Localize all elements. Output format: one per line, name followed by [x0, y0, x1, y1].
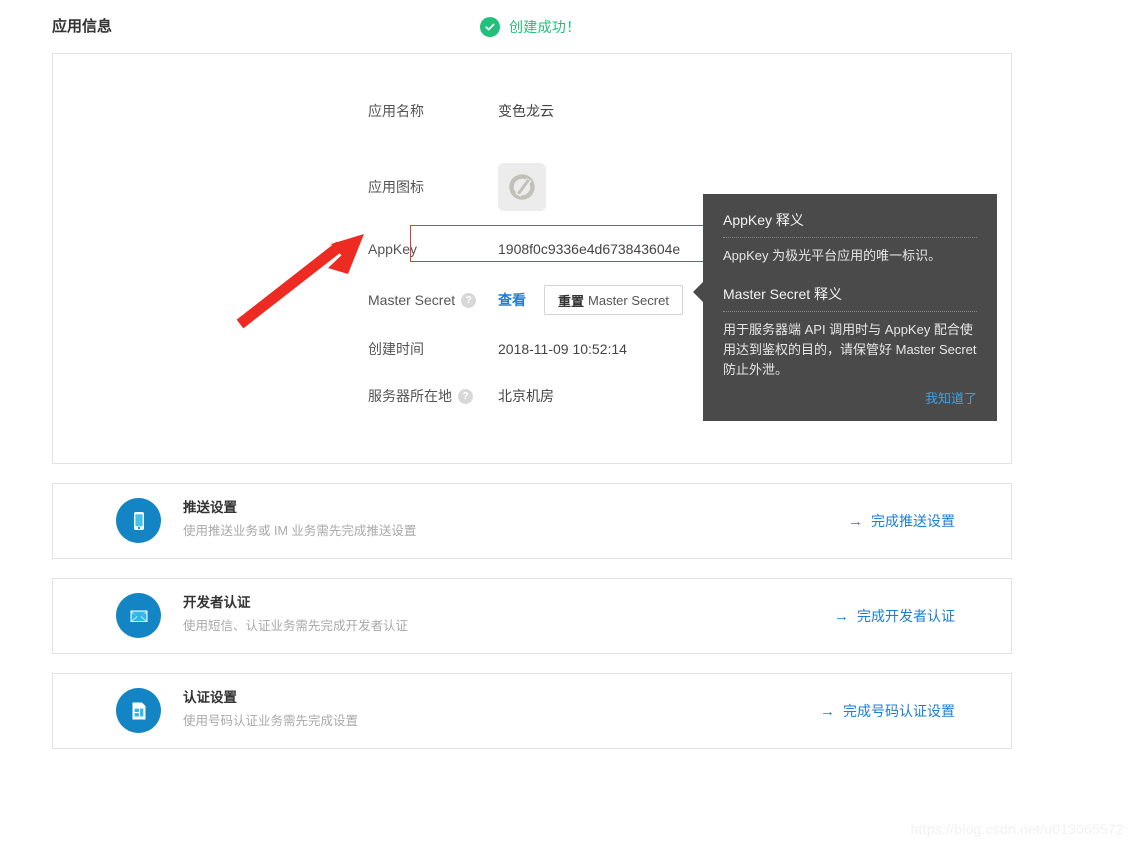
- sim-card-icon: [116, 688, 161, 733]
- tooltip-heading-appkey: AppKey 释义: [723, 210, 977, 238]
- field-label-server-region-text: 服务器所在地: [368, 388, 452, 404]
- task-card-auth-settings[interactable]: 认证设置 使用号码认证业务需先完成设置 → 完成号码认证设置: [52, 673, 1012, 749]
- field-value-created-time: 2018-11-09 10:52:14: [498, 341, 627, 357]
- complete-push-settings-link[interactable]: → 完成推送设置: [848, 511, 955, 531]
- view-master-secret-link[interactable]: 查看: [498, 290, 526, 310]
- help-icon-server-region[interactable]: ?: [458, 388, 473, 404]
- page-header: 应用信息 创建成功！: [52, 14, 1012, 40]
- check-circle-icon: [480, 17, 500, 37]
- mobile-phone-icon: [116, 498, 161, 543]
- task-card-description: 使用推送业务或 IM 业务需先完成推送设置: [183, 524, 417, 538]
- field-value-appkey: 1908f0c9336e4d673843604e: [498, 241, 681, 257]
- field-value-server-region: 北京机房: [498, 388, 554, 404]
- tooltip-dismiss-link[interactable]: 我知道了: [925, 391, 977, 406]
- field-value-app-name: 变色龙云: [498, 103, 554, 119]
- reset-button-strong-label: 重置: [558, 293, 585, 309]
- field-label-server-region: 服务器所在地 ?: [368, 386, 498, 406]
- reset-master-secret-button[interactable]: 重置 Master Secret: [544, 285, 683, 315]
- arrow-right-icon: →: [848, 512, 863, 530]
- field-label-master-secret: Master Secret ?: [368, 292, 498, 308]
- tooltip-body-master-secret: 用于服务器端 API 调用时与 AppKey 配合使用达到鉴权的目的，请保管好 …: [723, 322, 977, 377]
- field-label-app-icon: 应用图标: [368, 179, 424, 195]
- field-label-appkey: AppKey: [368, 241, 418, 257]
- appkey-explanation-tooltip: AppKey 释义 AppKey 为极光平台应用的唯一标识。 Master Se…: [693, 194, 997, 421]
- task-card-title: 推送设置: [183, 500, 237, 515]
- task-card-developer-verification[interactable]: 开发者认证 使用短信、认证业务需先完成开发者认证 → 完成开发者认证: [52, 578, 1012, 654]
- tooltip-heading-master-secret: Master Secret 释义: [723, 284, 977, 312]
- task-card-title: 开发者认证: [183, 595, 251, 610]
- help-icon-master-secret[interactable]: ?: [461, 292, 477, 308]
- task-card-action-label: 完成开发者认证: [857, 608, 955, 624]
- task-card-push-settings[interactable]: 推送设置 使用推送业务或 IM 业务需先完成推送设置 → 完成推送设置: [52, 483, 1012, 559]
- field-label-created-time: 创建时间: [368, 341, 424, 357]
- tooltip-pointer-icon: [693, 282, 703, 302]
- field-label-app-name: 应用名称: [368, 103, 424, 119]
- task-card-text-group: 开发者认证 使用短信、认证业务需先完成开发者认证: [183, 593, 408, 636]
- task-card-text-group: 推送设置 使用推送业务或 IM 业务需先完成推送设置: [183, 498, 416, 541]
- page-title: 应用信息: [52, 18, 113, 35]
- task-card-description: 使用号码认证业务需先完成设置: [183, 714, 359, 728]
- task-card-action-label: 完成号码认证设置: [843, 703, 955, 719]
- creation-success-status: 创建成功！: [480, 14, 581, 40]
- task-card-title: 认证设置: [183, 690, 237, 705]
- watermark: https://blog.csdn.net/u013065572: [910, 821, 1124, 837]
- reset-button-label: Master Secret: [588, 292, 669, 308]
- task-card-description: 使用短信、认证业务需先完成开发者认证: [183, 619, 409, 633]
- field-row-app-name: 应用名称 变色龙云: [368, 99, 988, 123]
- complete-developer-verification-link[interactable]: → 完成开发者认证: [834, 606, 955, 626]
- arrow-right-icon: →: [834, 607, 849, 625]
- tooltip-dismiss-row: 我知道了: [723, 388, 977, 407]
- tooltip-body-appkey: AppKey 为极光平台应用的唯一标识。: [723, 248, 942, 263]
- envelope-icon: [116, 593, 161, 638]
- app-logo-icon: [498, 163, 546, 211]
- success-message: 创建成功！: [509, 19, 581, 35]
- arrow-right-icon: →: [820, 702, 835, 720]
- task-card-action-label: 完成推送设置: [871, 513, 955, 529]
- field-label-master-secret-text: Master Secret: [368, 292, 456, 308]
- complete-auth-settings-link[interactable]: → 完成号码认证设置: [820, 701, 955, 721]
- task-card-text-group: 认证设置 使用号码认证业务需先完成设置: [183, 688, 358, 731]
